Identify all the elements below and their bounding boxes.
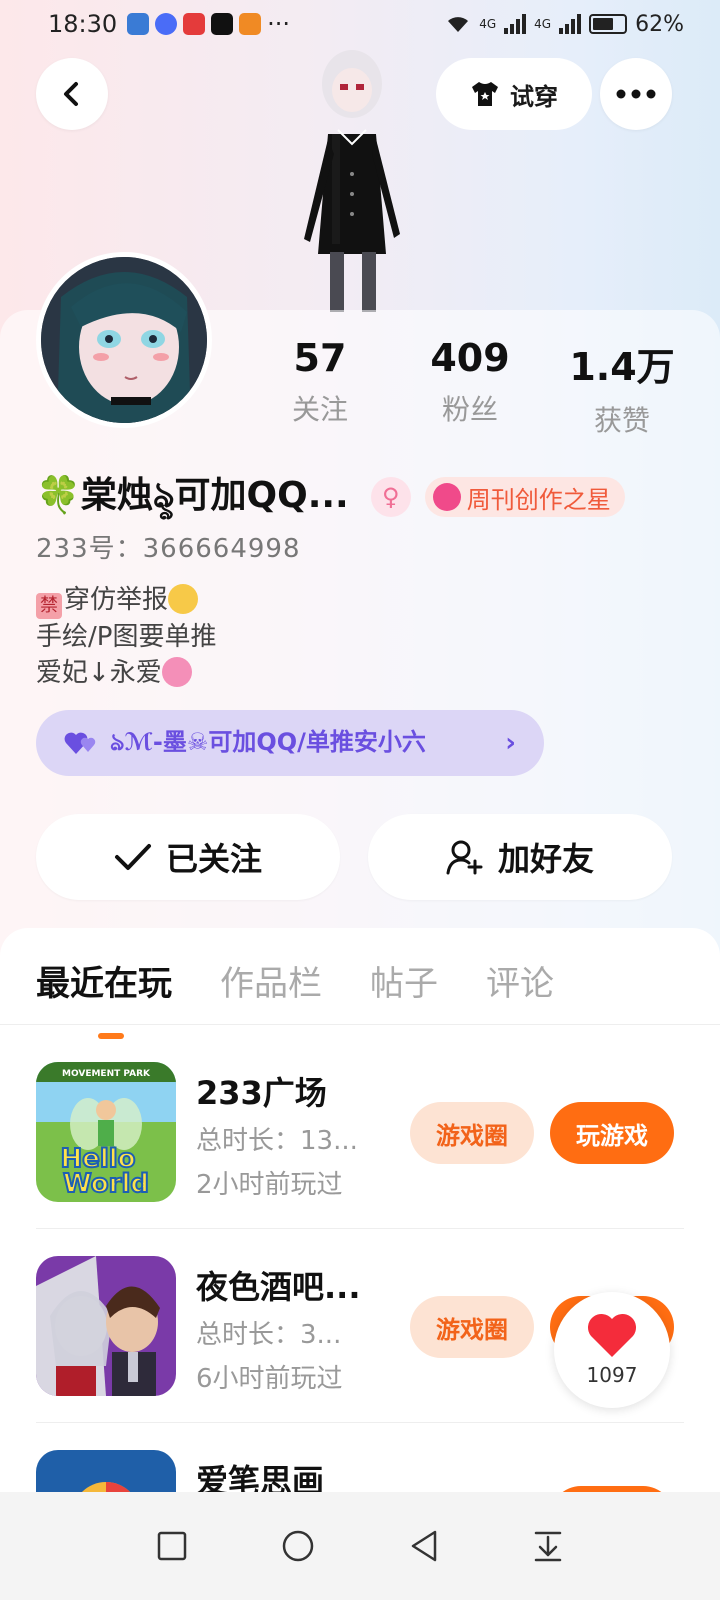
game-thumbnail [36,1450,176,1492]
double-heart-icon [64,732,96,754]
following-label: 已关注 [165,840,262,878]
row-divider [36,1228,684,1229]
bio-line-2: 手绘/P图要单推 [36,622,217,652]
game-duration: 总时长：13... [196,1126,358,1156]
shirt-icon [472,82,498,106]
signal-icon-2 [559,14,582,34]
stat-likes[interactable]: 1.4万 获赞 [552,336,692,439]
add-friend-button[interactable]: 加好友 [368,814,672,900]
partner-link[interactable]: ঌℳ-墨☠可加QQ/单推安小六 › [36,710,544,776]
stat-following-value: 57 [293,336,347,380]
status-app-icons: ··· [127,10,290,38]
name-row: 🍀棠烛ৡ可加QQ... ♀ 周刊创作之星 [36,466,686,528]
list-item[interactable]: 爱笔思画 [36,1450,684,1492]
game-banner-text: MOVEMENT PARK [62,1069,151,1079]
bio-line-3: 爱妃↓永爱 [36,655,216,691]
tab-bar: 最近在玩 作品栏 帖子 评论 [36,956,554,1039]
stat-likes-value: 1.4万 [569,345,675,389]
checkmark-icon [114,844,151,870]
tab-works[interactable]: 作品栏 [220,956,322,1005]
tab-recently-played[interactable]: 最近在玩 [36,956,172,1039]
game-title: 爱笔思画 [196,1462,325,1492]
game-title: 夜色酒吧... [196,1268,361,1306]
back-nav-icon[interactable] [409,1530,439,1562]
bio-line-1: 禁穿仿举报 [36,582,216,619]
list-item[interactable]: MOVEMENT PARK Hello World 233广场 总时长：13..… [36,1062,684,1202]
ban-badge-icon: 禁 [36,593,62,619]
app-icon-news [183,13,206,35]
game-icon-ibis-paint [36,1450,176,1492]
signal-icon [504,14,527,34]
game-last-played: 6小时前玩过 [196,1364,343,1394]
stat-fans-value: 409 [430,336,510,380]
sad-face-icon [168,584,199,614]
notification-pull-icon[interactable] [533,1530,563,1562]
back-button[interactable] [36,58,108,130]
chevron-right-icon: › [505,728,516,758]
profile-name: 🍀棠烛ৡ可加QQ... [36,475,349,516]
bio-line-1-text: 穿仿举报 [64,585,169,615]
row-divider [36,1422,684,1423]
add-user-icon [446,840,483,875]
more-button[interactable] [600,58,672,130]
network-label-1: 4G [479,17,497,31]
play-game-button[interactable]: 玩游戏 [550,1102,674,1164]
game-logo-text-2: World [63,1169,149,1199]
game-last-played: 2小时前玩过 [196,1170,343,1200]
game-thumbnail [36,1256,176,1396]
home-icon[interactable] [281,1529,315,1563]
try-on-label: 试穿 [510,82,558,111]
game-icon-233-plaza: MOVEMENT PARK Hello World [36,1062,176,1202]
heart-icon [587,1313,637,1357]
user-id: 233号：366664998 [36,534,301,564]
bio-line-3-text: 爱妃↓永爱 [36,658,162,688]
partner-label: ঌℳ-墨☠可加QQ/单推安小六 [110,728,426,756]
wifi-icon [448,17,469,32]
app-icon-video [239,13,262,35]
battery-percent: 62% [635,11,684,37]
tab-posts[interactable]: 帖子 [370,956,438,1005]
following-button[interactable]: 已关注 [36,814,340,900]
bio: 禁穿仿举报 手绘/P图要单推 爱妃↓永爱 [36,582,216,691]
tab-comments[interactable]: 评论 [486,956,554,1005]
game-duration: 总时长：3... [196,1320,342,1350]
creator-star-icon [432,483,461,511]
app-icon-tiktok [211,13,234,35]
network-label-2: 4G [534,17,552,31]
app-icon-blue [127,13,150,35]
status-more: ··· [267,10,291,38]
recent-apps-icon[interactable] [157,1531,187,1561]
more-dots-icon [616,89,656,99]
game-circle-button[interactable]: 游戏圈 [410,1102,534,1164]
like-count: 1097 [586,1363,638,1387]
game-title: 233广场 [196,1074,327,1112]
battery-icon [589,14,628,34]
game-icon-night-bar [36,1256,176,1396]
creator-badge[interactable]: 周刊创作之星 [424,477,625,517]
avatar-3d-character[interactable] [288,44,418,312]
stat-fans-label: 粉丝 [441,393,498,426]
status-time: 18:30 [48,10,118,38]
stat-following-label: 关注 [291,393,348,426]
try-on-button[interactable]: 试穿 [436,58,592,130]
stat-fans[interactable]: 409 粉丝 [400,336,540,428]
hearts-icon [161,657,192,687]
app-icon-music [155,13,178,35]
like-floating-button[interactable]: 1097 [554,1292,670,1408]
status-bar: 18:30 ··· 4G 4G 62% [0,0,720,48]
stat-likes-label: 获赞 [593,404,650,437]
game-thumbnail: MOVEMENT PARK Hello World [36,1062,176,1202]
avatar-image [41,257,207,423]
stat-following[interactable]: 57 关注 [250,336,390,428]
creator-badge-label: 周刊创作之星 [466,485,611,514]
game-circle-button[interactable]: 游戏圈 [410,1296,534,1358]
tab-divider [0,1024,720,1025]
chevron-left-icon [64,82,78,106]
add-friend-label: 加好友 [497,840,594,878]
system-nav-bar [0,1492,720,1600]
gender-female-icon: ♀ [370,477,411,517]
avatar[interactable] [36,252,212,428]
